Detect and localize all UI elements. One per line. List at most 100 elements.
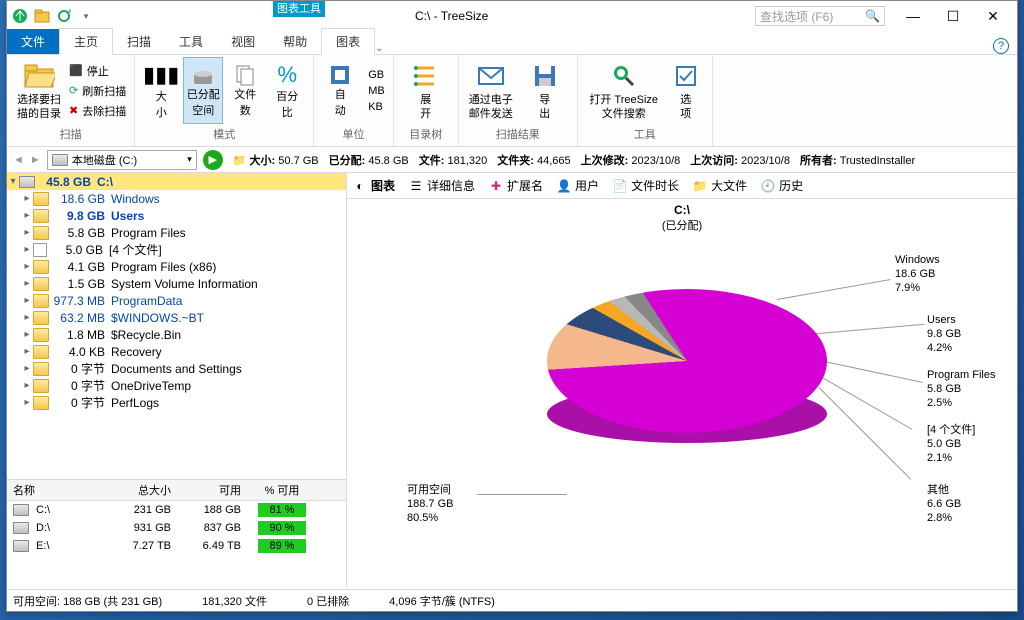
tree-row[interactable]: ▸ 977.3 MB ProgramData bbox=[7, 292, 346, 309]
status-cluster: 4,096 字节/簇 (NTFS) bbox=[389, 593, 495, 609]
back-icon[interactable]: ◄ bbox=[13, 154, 24, 166]
ribbon-group-tree: 目录树 bbox=[400, 124, 452, 144]
rtab-details[interactable]: ☰详细信息 bbox=[409, 177, 475, 194]
mode-files-button[interactable]: 文件数 bbox=[225, 57, 265, 124]
info-owner: 所有者: TrustedInstaller bbox=[800, 152, 915, 168]
pie-chart[interactable] bbox=[547, 289, 827, 569]
mode-percent-button[interactable]: %百分比 bbox=[267, 57, 307, 124]
info-allocated: 已分配: 45.8 GB bbox=[329, 152, 409, 168]
stop-scan-button[interactable]: ⬛停止 bbox=[67, 62, 128, 80]
expand-button[interactable]: 展开 bbox=[400, 57, 452, 124]
tab-home[interactable]: 主页 bbox=[59, 28, 113, 55]
col-name[interactable]: 名称 bbox=[7, 480, 107, 500]
tab-chart[interactable]: 图表 bbox=[321, 28, 375, 55]
stop-icon: ⬛ bbox=[69, 64, 83, 77]
disk-icon bbox=[192, 64, 214, 86]
tree-row[interactable]: ▸ 1.8 MB $Recycle.Bin bbox=[7, 326, 346, 343]
help-icon[interactable]: ? bbox=[993, 38, 1009, 54]
col-avail[interactable]: 可用 bbox=[177, 480, 247, 500]
tree-root[interactable]: ▾ 45.8 GBC:\ bbox=[7, 173, 346, 190]
tree-row[interactable]: ▸ 63.2 MB $WINDOWS.~BT bbox=[7, 309, 346, 326]
unit-kb-button[interactable]: KB bbox=[366, 100, 387, 114]
tab-view[interactable]: 视图 bbox=[217, 29, 269, 54]
clock-icon: 📄 bbox=[613, 179, 627, 193]
play-button[interactable]: ▶ bbox=[203, 150, 223, 170]
tree-row[interactable]: ▸ 18.6 GB Windows bbox=[7, 190, 346, 207]
qat-dropdown-icon[interactable]: ▾ bbox=[77, 7, 95, 25]
info-files: 文件: 181,320 bbox=[419, 152, 488, 168]
auto-icon bbox=[329, 64, 351, 86]
tree-row[interactable]: ▸ 4.1 GB Program Files (x86) bbox=[7, 258, 346, 275]
search-input[interactable]: 查找选项 (F6) 🔍 bbox=[755, 6, 885, 26]
drive-select[interactable]: 本地磁盘 (C:) ▾ bbox=[47, 150, 197, 170]
tree-row[interactable]: ▸ 0 字节 OneDriveTemp bbox=[7, 377, 346, 394]
info-modified: 上次修改: 2023/10/8 bbox=[581, 152, 681, 168]
drive-row[interactable]: E:\ 7.27 TB6.49 TB 89 % bbox=[7, 537, 346, 555]
close-button[interactable]: ✕ bbox=[973, 2, 1013, 30]
history-icon: 🕘 bbox=[761, 179, 775, 193]
drive-row[interactable]: C:\ 231 GB188 GB 81 % bbox=[7, 501, 346, 519]
rtab-bigfiles[interactable]: 📁大文件 bbox=[693, 177, 747, 194]
mode-allocated-button[interactable]: 已分配空间 bbox=[183, 57, 223, 124]
rtab-users[interactable]: 👤用户 bbox=[557, 177, 599, 194]
mode-size-button[interactable]: ▮▮▮大小 bbox=[141, 57, 181, 124]
col-total[interactable]: 总大小 bbox=[107, 480, 177, 500]
tree-row[interactable]: ▸ 4.0 KB Recovery bbox=[7, 343, 346, 360]
bigfile-icon: 📁 bbox=[693, 179, 707, 193]
right-panel: ◐图表 ☰详细信息 ✚扩展名 👤用户 📄文件时长 📁大文件 🕘历史 C:\ (已… bbox=[347, 173, 1017, 587]
rtab-extensions[interactable]: ✚扩展名 bbox=[489, 177, 543, 194]
expand-icon bbox=[410, 60, 442, 92]
tree-row[interactable]: ▸ 1.5 GB System Volume Information bbox=[7, 275, 346, 292]
status-bar: 可用空间: 188 GB (共 231 GB) 181,320 文件 0 已排除… bbox=[7, 589, 1017, 611]
tab-help[interactable]: 帮助 bbox=[269, 29, 321, 54]
unit-auto-button[interactable]: 自动 bbox=[320, 57, 360, 124]
qat-refresh-icon[interactable] bbox=[55, 7, 73, 25]
tree-row[interactable]: ▸ 0 字节 PerfLogs bbox=[7, 394, 346, 411]
contextual-tab-label: 图表工具 bbox=[273, 1, 325, 17]
status-excluded: 0 已排除 bbox=[307, 593, 349, 609]
email-button[interactable]: 通过电子邮件发送 bbox=[465, 57, 517, 124]
select-dir-button[interactable]: 选择要扫描的目录 bbox=[13, 57, 65, 124]
remove-scan-button[interactable]: ✖去除扫描 bbox=[67, 102, 128, 120]
file-search-button[interactable]: 打开 TreeSize 文件搜索 bbox=[584, 57, 664, 124]
directory-tree[interactable]: ▾ 45.8 GBC:\ ▸ 18.6 GB Windows ▸ 9.8 GB … bbox=[7, 173, 346, 479]
rtab-age[interactable]: 📄文件时长 bbox=[613, 177, 679, 194]
status-free: 可用空间: 188 GB (共 231 GB) bbox=[13, 593, 162, 609]
chevron-down-icon: ▾ bbox=[187, 154, 192, 165]
tree-row[interactable]: ▸ 9.8 GB Users bbox=[7, 207, 346, 224]
minimize-button[interactable]: — bbox=[893, 2, 933, 30]
tree-row[interactable]: ▸ 5.8 GB Program Files bbox=[7, 224, 346, 241]
options-button[interactable]: 选项 bbox=[666, 57, 706, 124]
drive-icon bbox=[52, 154, 68, 166]
ribbon-group-tools: 工具 bbox=[584, 124, 706, 144]
collapse-ribbon-icon[interactable]: ⌄ bbox=[375, 43, 383, 54]
tree-row[interactable]: ▸ 0 字节 Documents and Settings bbox=[7, 360, 346, 377]
col-pct[interactable]: % 可用 bbox=[247, 480, 317, 500]
rtab-history[interactable]: 🕘历史 bbox=[761, 177, 803, 194]
ribbon-group-mode: 模式 bbox=[141, 124, 307, 144]
maximize-button[interactable]: ☐ bbox=[933, 2, 973, 30]
drives-table: 名称 总大小 可用 % 可用 C:\ 231 GB188 GB 81 % D:\… bbox=[7, 479, 346, 587]
refresh-icon: ⟳ bbox=[69, 84, 78, 97]
ribbon-group-unit: 单位 bbox=[320, 124, 387, 144]
ribbon-group-results: 扫描结果 bbox=[465, 124, 571, 144]
export-button[interactable]: 导出 bbox=[519, 57, 571, 124]
folder-open-icon bbox=[23, 60, 55, 92]
unit-mb-button[interactable]: MB bbox=[366, 84, 387, 98]
tab-file[interactable]: 文件 bbox=[7, 29, 59, 54]
qat-open-icon[interactable] bbox=[33, 7, 51, 25]
refresh-scan-button[interactable]: ⟳刷新扫描 bbox=[67, 82, 128, 100]
tree-row[interactable]: ▸ 5.0 GB [4 个文件] bbox=[7, 241, 346, 258]
label-other: 其他6.6 GB2.8% bbox=[927, 484, 961, 525]
info-toolbar: ◄ ► 本地磁盘 (C:) ▾ ▶ 📁 大小: 50.7 GB 已分配: 45.… bbox=[7, 147, 1017, 173]
search-tool-icon bbox=[608, 60, 640, 92]
chart-area: C:\ (已分配) 可用空间188.7 GB80.5% Windows18.6 … bbox=[347, 199, 1017, 587]
tab-tools[interactable]: 工具 bbox=[165, 29, 217, 54]
drive-row[interactable]: D:\ 931 GB837 GB 90 % bbox=[7, 519, 346, 537]
rtab-chart[interactable]: ◐图表 bbox=[353, 177, 395, 194]
app-window: ▾ 图表工具 C:\ - TreeSize 查找选项 (F6) 🔍 — ☐ ✕ … bbox=[6, 0, 1018, 612]
percent-icon: % bbox=[277, 62, 297, 88]
unit-gb-button[interactable]: GB bbox=[366, 68, 387, 82]
tab-scan[interactable]: 扫描 bbox=[113, 29, 165, 54]
forward-icon[interactable]: ► bbox=[30, 154, 41, 166]
